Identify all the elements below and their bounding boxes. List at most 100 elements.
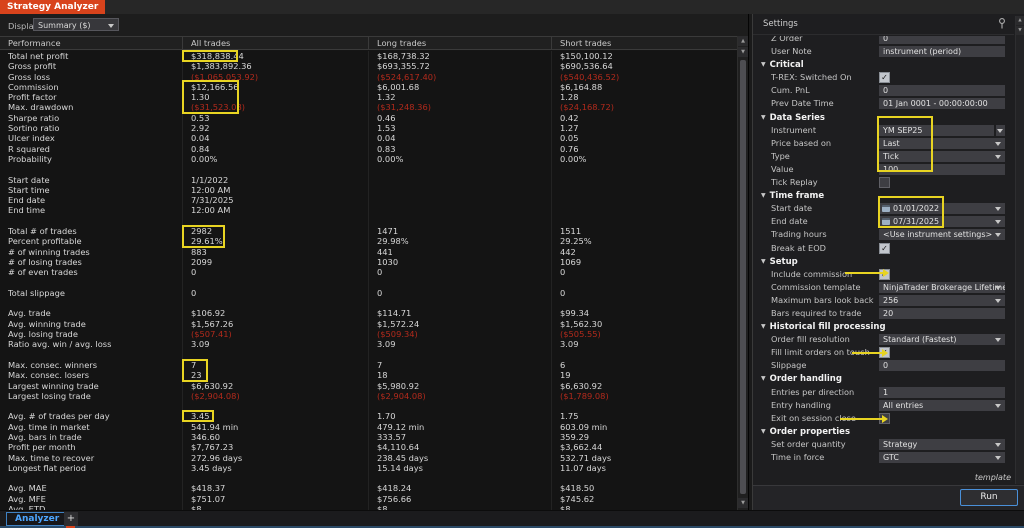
- setting-label-slippage: Slippage: [771, 359, 876, 372]
- perf-value-all: ($31,523.08): [182, 102, 368, 112]
- setting-row-type: TypeTick: [753, 150, 1014, 163]
- perf-value-all: [182, 164, 368, 174]
- entries-per-direction-input[interactable]: 1: [879, 387, 1005, 398]
- setting-control: <Use instrument settings>: [879, 229, 1005, 240]
- end-date-dropdown[interactable]: 07/31/2025: [879, 216, 1005, 227]
- settings-section-order-handling[interactable]: ▼Order handling: [753, 372, 1014, 385]
- prev-date-time-input[interactable]: 01 Jan 0001 - 00:00:00:00: [879, 98, 1005, 109]
- perf-metric-label: Commission: [0, 82, 182, 92]
- bars-required-to-trade-input[interactable]: 20: [879, 308, 1005, 319]
- settings-scrollbar[interactable]: ▲ ▼: [1015, 16, 1024, 484]
- settings-section-critical[interactable]: ▼Critical: [753, 58, 1014, 71]
- chevron-down-icon: [995, 142, 1001, 146]
- section-collapse-icon[interactable]: ▼: [761, 189, 766, 202]
- section-collapse-icon[interactable]: ▼: [761, 255, 766, 268]
- section-collapse-icon[interactable]: ▼: [761, 425, 766, 438]
- table-scrollbar[interactable]: ▲ ▼ ▼: [737, 36, 748, 510]
- instrument-dropdown[interactable]: YM SEP25: [879, 125, 994, 136]
- perf-metric-label: Ratio avg. win / avg. loss: [0, 339, 182, 349]
- perf-value-all: 3.09: [182, 339, 368, 349]
- settings-section-time-frame[interactable]: ▼Time frame: [753, 189, 1014, 202]
- table-row-end-time: End time12:00 AM: [0, 205, 737, 215]
- column-header-long-trades[interactable]: Long trades: [368, 37, 551, 49]
- fill-limit-orders-on-touch-checkbox[interactable]: ✓: [879, 347, 890, 358]
- include-commission-checkbox[interactable]: ✓: [879, 269, 890, 280]
- settings-property-grid: Z Order0User Noteinstrument (period)▼Cri…: [753, 36, 1014, 484]
- display-select[interactable]: Summary ($): [33, 18, 119, 31]
- commission-template-dropdown[interactable]: NinjaTrader Brokerage Lifetime: [879, 282, 1005, 293]
- entry-handling-dropdown[interactable]: All entries: [879, 400, 1005, 411]
- perf-value-short: [551, 350, 737, 360]
- settings-section-setup[interactable]: ▼Setup: [753, 255, 1014, 268]
- column-header-short-trades[interactable]: Short trades: [551, 37, 737, 49]
- perf-value-long: [368, 175, 551, 185]
- table-row-largest-winning-trade: Largest winning trade$6,630.92$5,980.92$…: [0, 381, 737, 391]
- setting-row-entries-per-direction: Entries per direction1: [753, 386, 1014, 399]
- section-collapse-icon[interactable]: ▼: [761, 58, 766, 71]
- perf-value-all: 23: [182, 370, 368, 380]
- section-collapse-icon[interactable]: ▼: [761, 320, 766, 333]
- perf-metric-label: Avg. losing trade: [0, 329, 182, 339]
- column-header-performance[interactable]: Performance: [0, 37, 182, 49]
- break-at-eod-checkbox[interactable]: ✓: [879, 243, 890, 254]
- perf-metric-label: [0, 278, 182, 288]
- exit-on-session-close-checkbox[interactable]: [879, 413, 890, 424]
- perf-value-short: $6,164.88: [551, 82, 737, 92]
- perf-metric-label: # of winning trades: [0, 247, 182, 257]
- field-value: All entries: [879, 401, 923, 410]
- scroll-down-icon[interactable]: ▼: [738, 498, 748, 508]
- perf-value-short: $6,630.92: [551, 381, 737, 391]
- settings-section-historical-fill-processing[interactable]: ▼Historical fill processing: [753, 320, 1014, 333]
- table-row-spacer: [0, 164, 737, 174]
- setting-label-cum-pnl: Cum. PnL: [771, 84, 876, 97]
- slippage-input[interactable]: 0: [879, 360, 1005, 371]
- perf-value-all: 7/31/2025: [182, 195, 368, 205]
- user-note-input[interactable]: instrument (period): [879, 46, 1005, 57]
- window-title-tab[interactable]: Strategy Analyzer: [0, 0, 105, 14]
- scroll-up-icon[interactable]: ▲: [1016, 16, 1024, 25]
- table-row-of-losing-trades: # of losing trades209910301069: [0, 257, 737, 267]
- setting-control: NinjaTrader Brokerage Lifetime: [879, 282, 1005, 293]
- setting-control: 1: [879, 387, 1005, 398]
- scroll-up-icon[interactable]: ▲: [738, 36, 748, 46]
- time-in-force-dropdown[interactable]: GTC: [879, 452, 1005, 463]
- add-tab-button[interactable]: +: [64, 512, 78, 526]
- scroll-down-icon[interactable]: ▼: [1016, 26, 1024, 35]
- scrollbar-thumb[interactable]: [740, 60, 746, 494]
- value-input[interactable]: 100: [879, 164, 1005, 175]
- setting-row-slippage: Slippage0: [753, 359, 1014, 372]
- t-rex-switched-on-checkbox[interactable]: ✓: [879, 72, 890, 83]
- set-order-quantity-dropdown[interactable]: Strategy: [879, 439, 1005, 450]
- section-collapse-icon[interactable]: ▼: [761, 111, 766, 124]
- cum-pnl-input[interactable]: 0: [879, 85, 1005, 96]
- settings-section-data-series[interactable]: ▼Data Series: [753, 111, 1014, 124]
- perf-value-long: [368, 350, 551, 360]
- maximum-bars-look-back-dropdown[interactable]: 256: [879, 295, 1005, 306]
- section-collapse-icon[interactable]: ▼: [761, 372, 766, 385]
- perf-metric-label: Avg. winning trade: [0, 319, 182, 329]
- order-fill-resolution-dropdown[interactable]: Standard (Fastest): [879, 334, 1005, 345]
- setting-row-include-commission: Include commission✓: [753, 268, 1014, 281]
- price-based-on-dropdown[interactable]: Last: [879, 138, 1005, 149]
- table-row-avg-trade: Avg. trade$106.92$114.71$99.34: [0, 308, 737, 318]
- instrument-dropdown-button[interactable]: [995, 125, 1005, 136]
- table-row-avg-mae: Avg. MAE$418.37$418.24$418.50: [0, 483, 737, 493]
- perf-value-all: [182, 298, 368, 308]
- setting-row-order-fill-resolution: Order fill resolutionStandard (Fastest): [753, 333, 1014, 346]
- tick-replay-checkbox[interactable]: [879, 177, 890, 188]
- tab-analyzer[interactable]: Analyzer: [6, 512, 68, 526]
- scroll-down-icon[interactable]: ▼: [738, 47, 748, 57]
- z-order-input[interactable]: 0: [879, 36, 1005, 44]
- table-row-spacer: [0, 350, 737, 360]
- trading-hours-dropdown[interactable]: <Use instrument settings>: [879, 229, 1005, 240]
- pin-icon[interactable]: [998, 18, 1006, 29]
- setting-control: Tick: [879, 151, 1005, 162]
- run-button[interactable]: Run: [960, 489, 1018, 506]
- start-date-dropdown[interactable]: 01/01/2022: [879, 203, 1005, 214]
- perf-value-all: 3.45 days: [182, 463, 368, 473]
- template-link[interactable]: template: [975, 473, 1011, 482]
- column-header-all-trades[interactable]: All trades: [182, 37, 368, 49]
- settings-section-order-properties[interactable]: ▼Order properties: [753, 425, 1014, 438]
- type-dropdown[interactable]: Tick: [879, 151, 1005, 162]
- perf-metric-label: Profit per month: [0, 442, 182, 452]
